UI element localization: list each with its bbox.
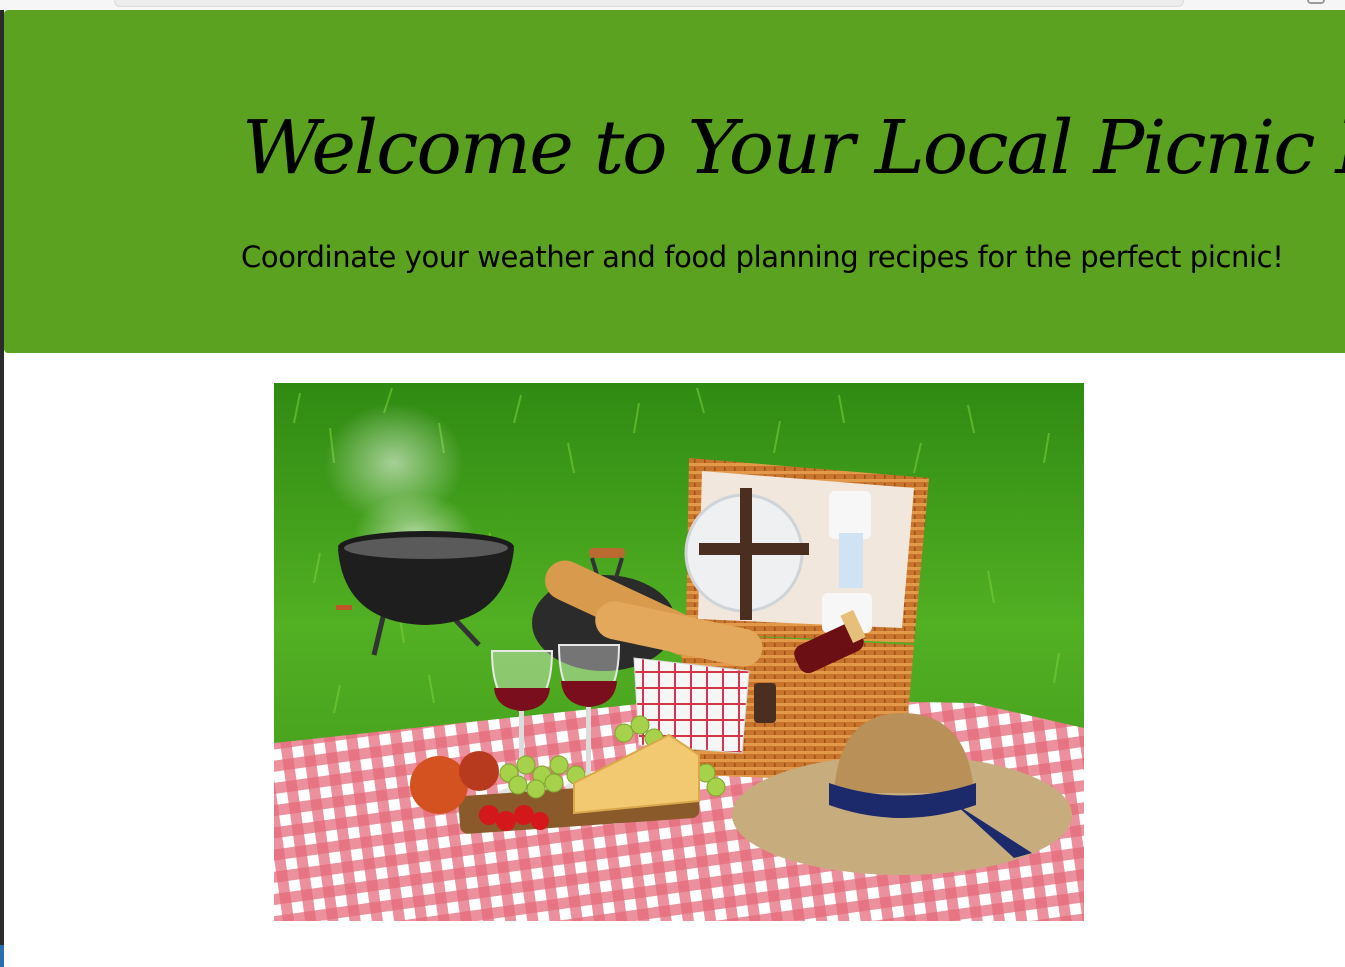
page-title: Welcome to Your Local Picnic Planner bbox=[242, 105, 1345, 191]
hero-banner: Welcome to Your Local Picnic Planner Coo… bbox=[4, 10, 1345, 353]
browser-top-strip bbox=[0, 0, 1345, 10]
page-subtitle: Coordinate your weather and food plannin… bbox=[241, 240, 1284, 274]
address-field[interactable] bbox=[114, 0, 1184, 7]
picnic-image bbox=[274, 383, 1084, 921]
profile-icon[interactable] bbox=[1307, 0, 1325, 4]
window-edge-marker bbox=[0, 945, 4, 967]
picnic-scene-illustration bbox=[274, 383, 1084, 921]
